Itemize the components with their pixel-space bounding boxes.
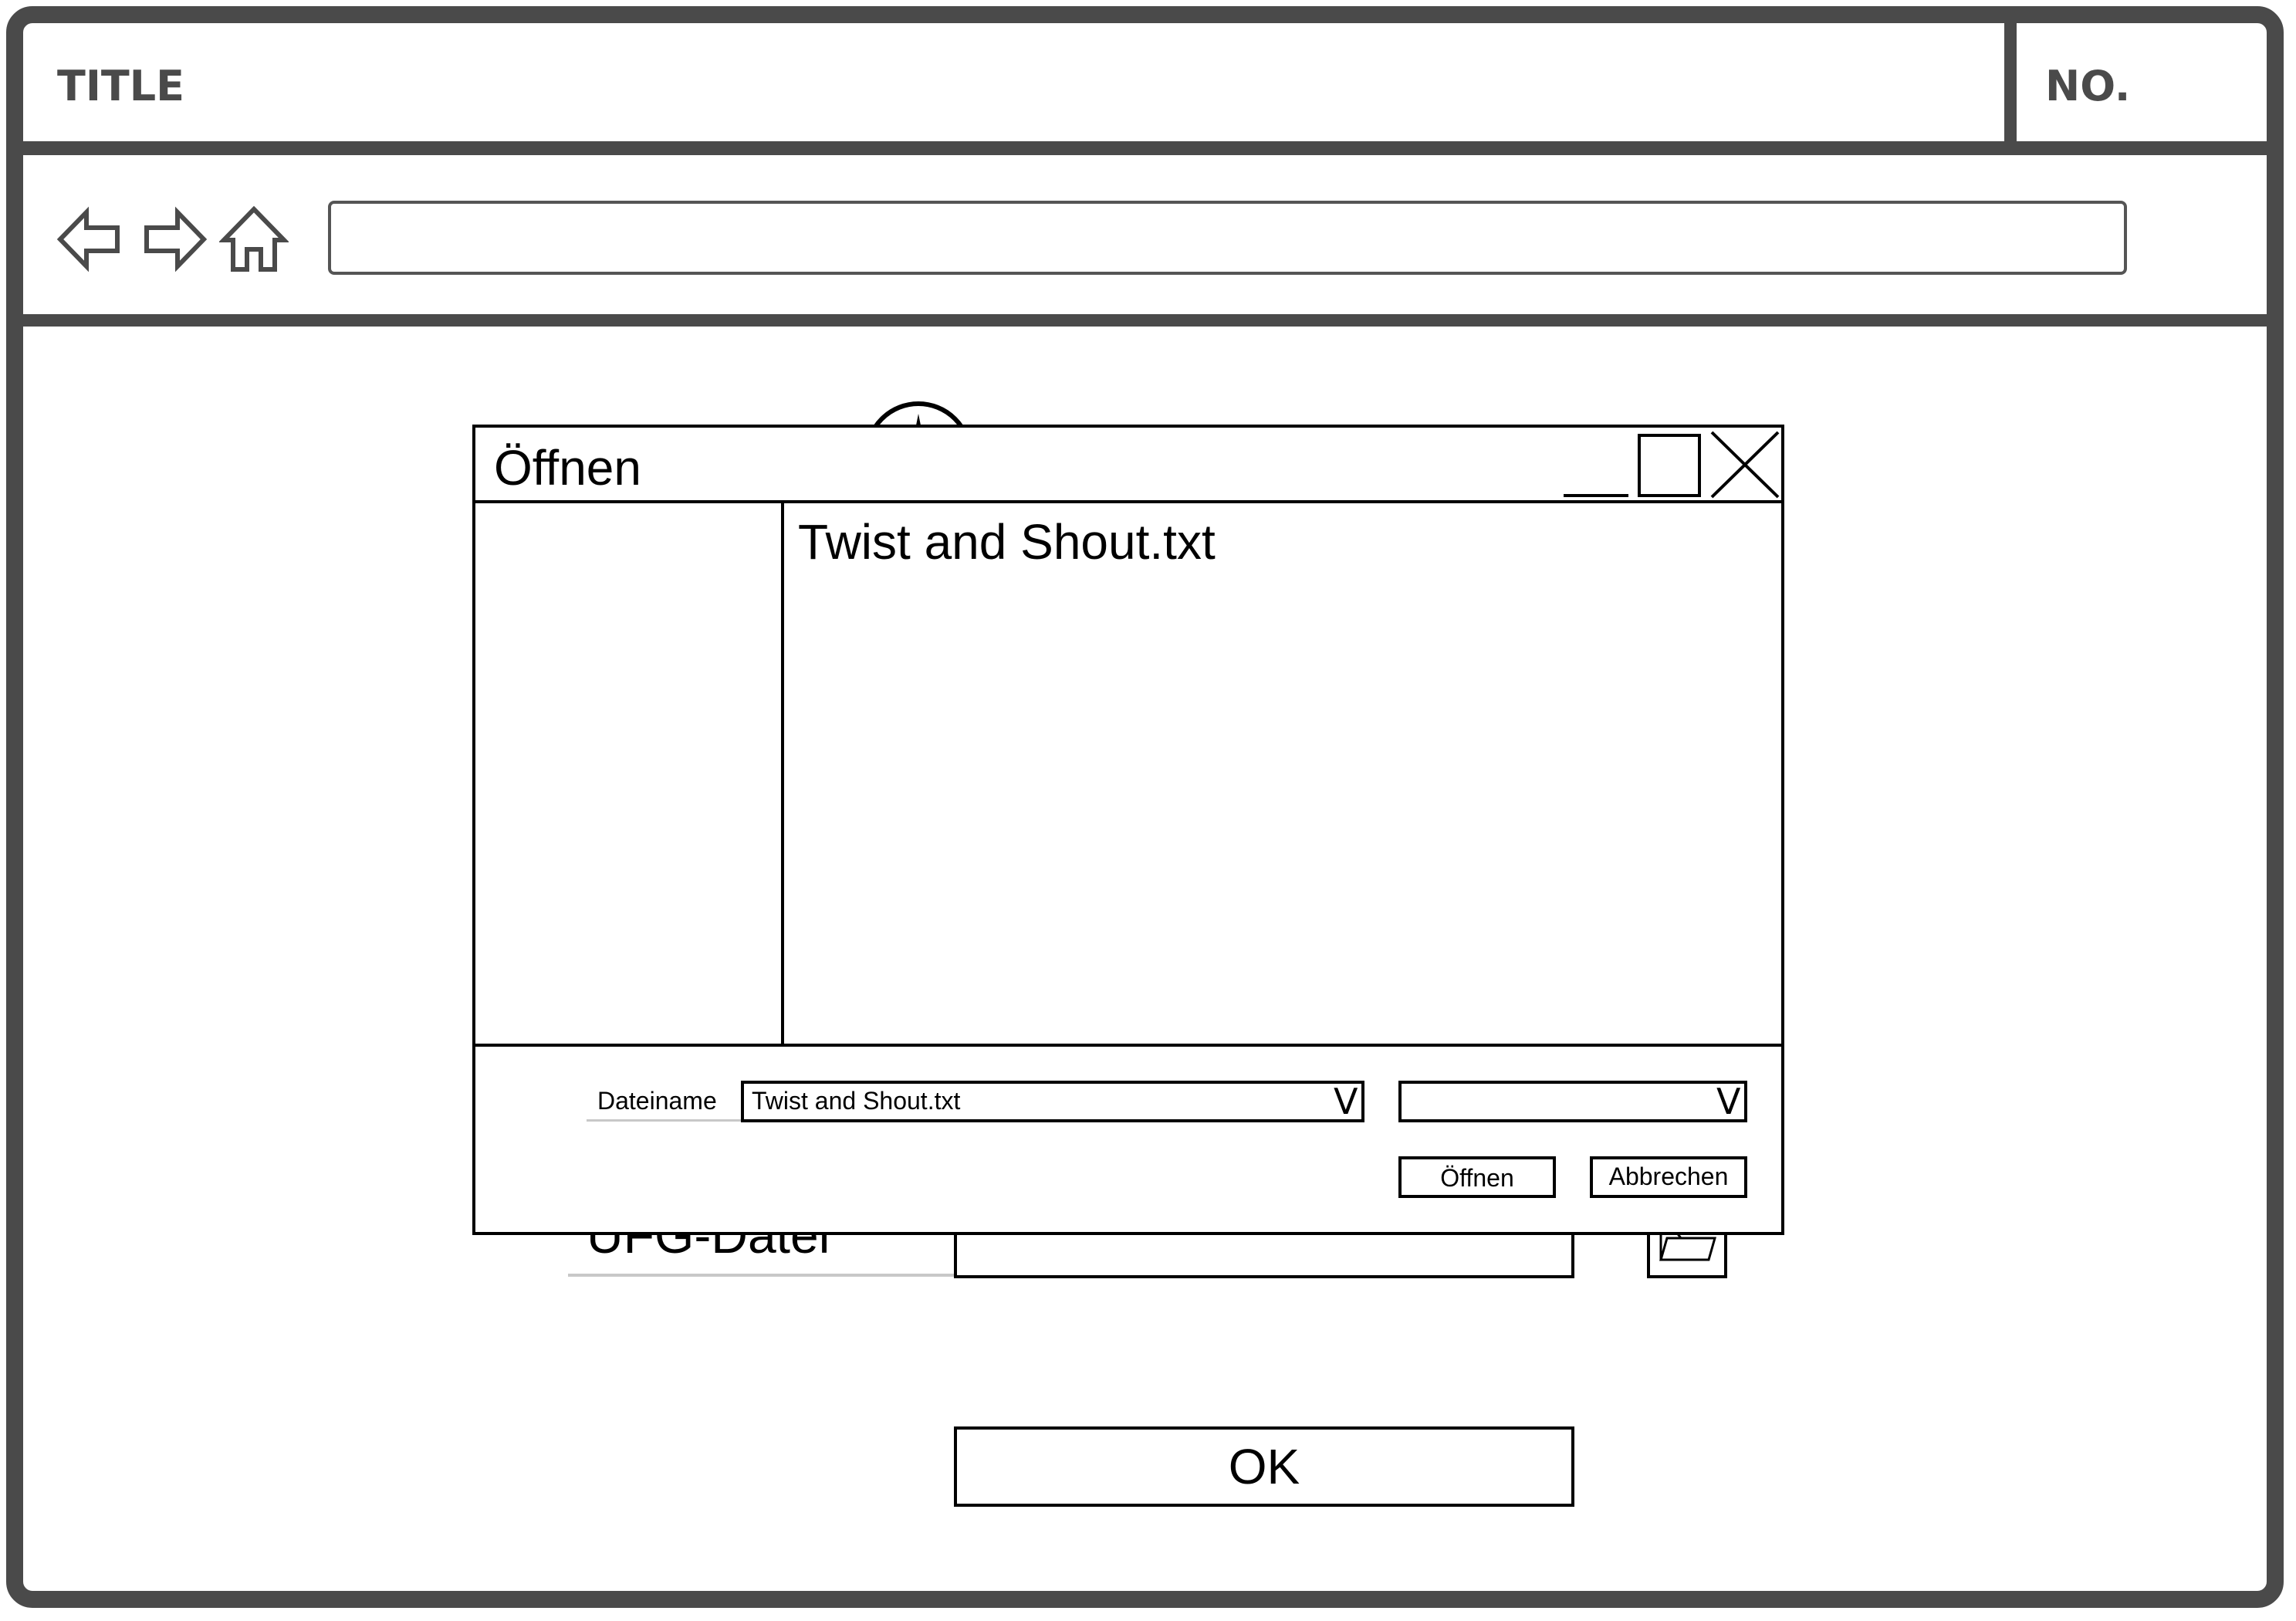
open-button[interactable]: Öffnen bbox=[1398, 1156, 1556, 1198]
close-icon[interactable] bbox=[1709, 429, 1781, 500]
filename-input[interactable]: Twist and Shout.txt bbox=[752, 1085, 960, 1116]
page-number: NO. bbox=[2045, 62, 2131, 110]
maximize-icon[interactable] bbox=[1638, 434, 1701, 497]
back-arrow-icon[interactable] bbox=[56, 205, 125, 274]
label-underline bbox=[587, 1119, 741, 1122]
cancel-button[interactable]: Abbrechen bbox=[1590, 1156, 1747, 1198]
pane-divider bbox=[781, 503, 784, 1045]
page-title: TITLE bbox=[57, 62, 185, 110]
dialog-footer-divider bbox=[472, 1044, 1784, 1047]
chevron-down-icon[interactable]: V bbox=[1716, 1082, 1740, 1121]
header-bar bbox=[15, 15, 2281, 155]
chevron-down-icon[interactable]: V bbox=[1334, 1082, 1358, 1121]
minimize-icon[interactable] bbox=[1562, 431, 1630, 500]
forward-arrow-icon[interactable] bbox=[139, 205, 208, 274]
filetype-combobox[interactable]: V bbox=[1398, 1081, 1747, 1122]
header-divider bbox=[2004, 15, 2017, 155]
folder-tree-pane[interactable] bbox=[475, 503, 783, 1044]
url-input[interactable] bbox=[328, 201, 2127, 275]
dialog-title: Öffnen bbox=[494, 440, 641, 496]
filename-label: Dateiname bbox=[597, 1087, 717, 1115]
label-underline bbox=[568, 1274, 954, 1277]
ok-button[interactable]: OK bbox=[954, 1426, 1574, 1507]
file-list-item[interactable]: Twist and Shout.txt bbox=[798, 511, 1216, 573]
home-icon[interactable] bbox=[219, 205, 289, 274]
